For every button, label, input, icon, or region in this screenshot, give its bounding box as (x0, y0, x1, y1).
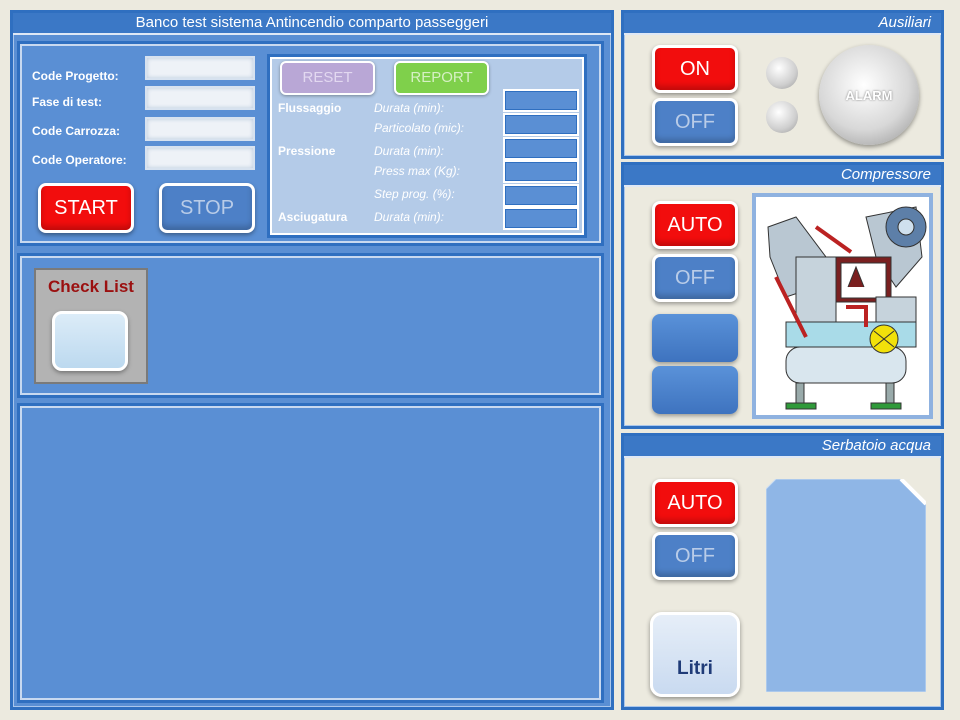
ausiliari-off-button[interactable]: OFF (652, 98, 738, 146)
serbatoio-auto-button[interactable]: AUTO (652, 479, 738, 527)
asciugatura-label: Asciugatura (278, 210, 348, 224)
reset-button[interactable]: RESET (280, 61, 375, 95)
flussaggio-label: Flussaggio (278, 101, 342, 115)
water-tank (765, 477, 928, 693)
asciugatura-durata-field[interactable] (503, 207, 579, 230)
litri-label: Litri (677, 658, 713, 679)
particolato-field[interactable] (503, 113, 579, 136)
indicator-light-top (766, 57, 798, 89)
pressione-label: Pressione (278, 144, 336, 158)
indicator-light-bottom (766, 101, 798, 133)
ausiliari-on-button[interactable]: ON (652, 45, 738, 93)
compressore-title: Compressore (624, 165, 941, 187)
alarm-label: ALARM (845, 88, 893, 103)
compressore-auto-button[interactable]: AUTO (652, 201, 738, 249)
litri-button[interactable] (650, 612, 740, 697)
step-prog-field[interactable] (503, 184, 579, 207)
pressione-durata-field[interactable] (503, 137, 579, 160)
compressore-off-button[interactable]: OFF (652, 254, 738, 302)
start-button[interactable]: START (38, 183, 134, 233)
particolato-label: Particolato (mic): (374, 121, 465, 135)
flussaggio-durata-label: Durata (min): (374, 101, 445, 115)
compressore-button-4[interactable] (652, 366, 738, 414)
code-progetto-field[interactable] (145, 56, 255, 80)
press-max-label: Press max (Kg): (374, 164, 461, 178)
main-title: Banco test sistema Antincendio comparto … (13, 13, 611, 35)
code-carrozza-field[interactable] (145, 117, 255, 141)
pressione-durata-label: Durata (min): (374, 144, 445, 158)
compressore-button-3[interactable] (652, 314, 738, 362)
stop-button[interactable]: STOP (159, 183, 255, 233)
serbatoio-off-button[interactable]: OFF (652, 532, 738, 580)
step-prog-label: Step prog. (%): (374, 187, 455, 201)
code-progetto-label: Code Progetto: (32, 69, 119, 83)
code-carrozza-label: Code Carrozza: (32, 124, 121, 138)
compressor-image (752, 193, 933, 419)
report-button[interactable]: REPORT (394, 61, 489, 95)
checklist-button[interactable] (52, 311, 128, 371)
ausiliari-title: Ausiliari (624, 13, 941, 35)
serbatoio-title: Serbatoio acqua (624, 436, 941, 458)
flussaggio-durata-field[interactable] (503, 89, 579, 112)
press-max-field[interactable] (503, 160, 579, 183)
fase-test-label: Fase di test: (32, 95, 103, 109)
code-operatore-label: Code Operatore: (32, 153, 127, 167)
code-operatore-field[interactable] (145, 146, 255, 170)
log-section (17, 403, 604, 703)
asciugatura-durata-label: Durata (min): (374, 210, 445, 224)
fase-test-field[interactable] (145, 86, 255, 110)
checklist-title: Check List (48, 277, 134, 296)
compressor-icon (756, 197, 929, 415)
